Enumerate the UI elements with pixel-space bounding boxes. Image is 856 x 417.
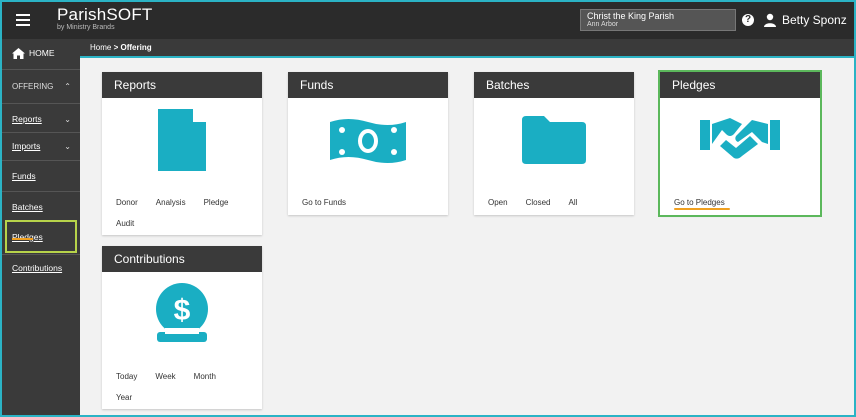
divider [2,103,80,104]
card-links: Today Week Month Year [116,372,256,414]
card-pledges: Pledges Go to Pledges [658,70,822,217]
breadcrumb-home[interactable]: Home [90,43,111,52]
breadcrumb-current: Offering [120,43,152,52]
link-open[interactable]: Open [488,198,508,207]
chevron-down-icon: ⌄ [64,141,71,151]
sidebar-item-label: Imports [12,141,41,151]
top-bar: ParishSOFT by Ministry Brands Christ the… [2,2,854,39]
divider [2,254,80,255]
sidebar-item-label: Contributions [12,263,63,273]
sidebar-item-label: Reports [12,114,42,124]
active-link-underline [674,208,730,210]
card-links: Donor Analysis Pledge Audit [116,198,256,240]
sidebar-item-home[interactable]: HOME [2,41,80,65]
user-icon[interactable] [764,13,776,27]
divider [2,160,80,161]
sidebar-item-reports[interactable]: Reports ⌄ [2,108,80,130]
card-batches: Batches Open Closed All [474,72,634,215]
card-reports: Reports Donor Analysis Pledge Audit [102,72,262,235]
app-frame: ParishSOFT by Ministry Brands Christ the… [0,0,856,417]
link-go-to-funds[interactable]: Go to Funds [302,198,346,207]
sidebar-active-underline [12,238,33,240]
link-year[interactable]: Year [116,393,132,402]
dollar-coin-icon[interactable]: $ [151,282,213,344]
link-month[interactable]: Month [194,372,216,381]
card-links: Open Closed All [488,198,628,219]
sidebar-item-label: Batches [12,202,43,212]
card-title: Pledges [660,72,820,98]
money-icon[interactable] [328,116,408,166]
card-funds: Funds Go to Funds [288,72,448,215]
sidebar-section-offering[interactable]: OFFERING ⌃ [2,73,80,99]
card-links: Go to Funds [302,198,442,219]
help-icon[interactable]: ? [742,14,754,26]
home-icon [12,47,25,59]
document-icon[interactable] [158,109,206,171]
card-title: Batches [474,72,634,98]
link-pledge[interactable]: Pledge [204,198,229,207]
link-go-to-pledges[interactable]: Go to Pledges [674,198,725,207]
divider [2,132,80,133]
divider [2,69,80,70]
link-closed[interactable]: Closed [526,198,551,207]
sidebar-item-batches[interactable]: Batches [2,196,80,218]
logo-subtext: by Ministry Brands [57,24,115,31]
sidebar-item-label: OFFERING [12,81,54,91]
sidebar-item-funds[interactable]: Funds [2,165,80,187]
folder-icon[interactable] [522,116,586,164]
handshake-icon[interactable] [700,114,780,162]
menu-icon[interactable] [16,14,30,26]
parish-name: Christ the King Parish [587,11,675,21]
card-title: Funds [288,72,448,98]
main-content: Reports Donor Analysis Pledge Audit Fund… [80,58,854,415]
user-name[interactable]: Betty Sponz [782,13,847,27]
breadcrumb: Home > Offering [80,39,854,58]
sidebar-item-label: Pledges [12,232,43,242]
logo-text: ParishSOFT [57,5,153,24]
link-today[interactable]: Today [116,372,137,381]
logo[interactable]: ParishSOFT by Ministry Brands [57,6,153,32]
card-title: Reports [102,72,262,98]
card-contributions: Contributions $ Today Week Month Year [102,246,262,409]
sidebar-item-pledges[interactable]: Pledges [2,226,80,248]
link-all[interactable]: All [568,198,577,207]
divider [2,191,80,192]
link-audit[interactable]: Audit [116,219,134,228]
svg-text:$: $ [174,294,191,327]
parish-city: Ann Arbor [587,21,619,28]
parish-selector[interactable]: Christ the King Parish Ann Arbor [580,9,736,31]
sidebar-item-label: HOME [29,48,55,58]
link-week[interactable]: Week [155,372,175,381]
sidebar-item-imports[interactable]: Imports ⌄ [2,135,80,157]
link-analysis[interactable]: Analysis [156,198,186,207]
chevron-up-icon: ⌃ [64,81,71,91]
sidebar-item-contributions[interactable]: Contributions [2,257,80,279]
breadcrumb-separator: > [113,43,119,52]
link-donor[interactable]: Donor [116,198,138,207]
sidebar-item-label: Funds [12,171,36,181]
sidebar: HOME OFFERING ⌃ Reports ⌄ Imports ⌄ Fund… [2,39,80,415]
card-title: Contributions [102,246,262,272]
chevron-down-icon: ⌄ [64,114,71,124]
